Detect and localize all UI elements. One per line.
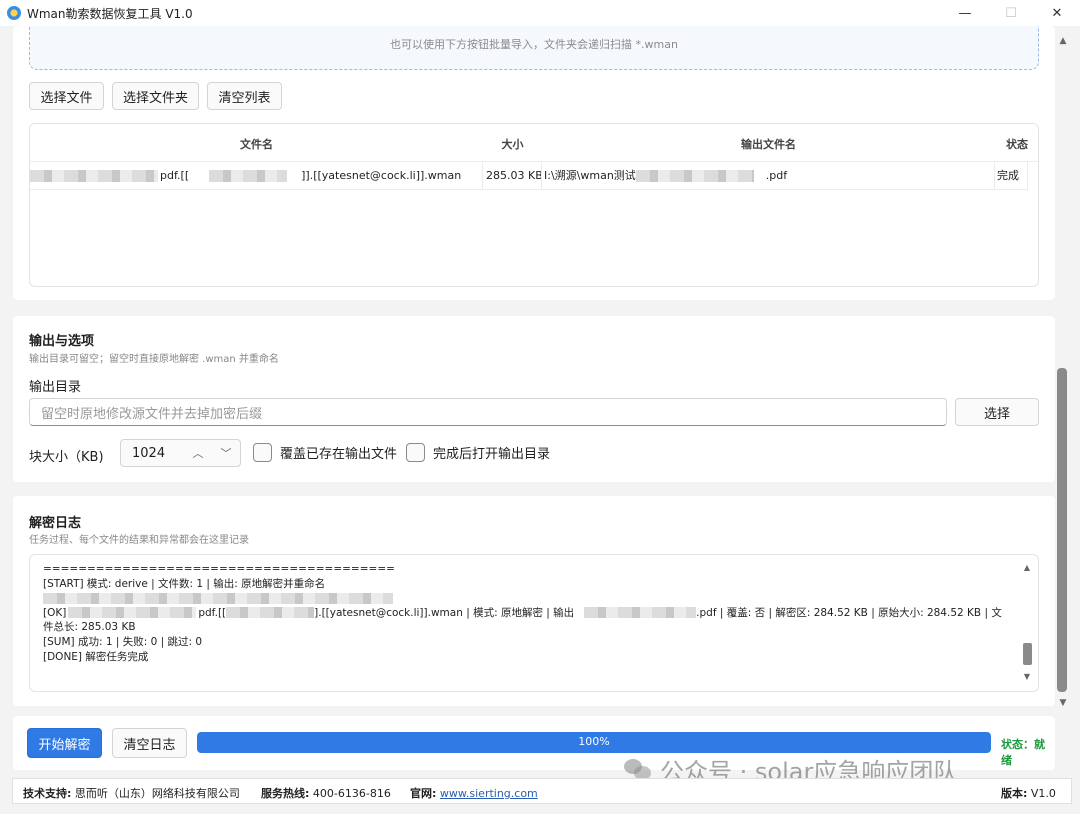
log-content: ========================================… [43,562,1003,664]
table-header: 文件名 大小 输出文件名 状态 [30,124,1038,162]
site-label: 官网: [410,787,437,800]
redacted-region [43,592,393,604]
redacted-region [30,170,158,182]
website-info: 官网: www.sierting.com [410,785,538,801]
log-textarea[interactable]: ========================================… [29,554,1039,692]
redacted-region [226,607,315,619]
clear-log-button[interactable]: 清空日志 [112,728,187,758]
log-ok-tag: [OK] [43,606,67,619]
drop-zone[interactable]: 也可以使用下方按钮批量导入，文件夹会递归扫描 *.wman [29,26,1039,70]
footer-status-bar: 技术支持: 思而听（山东）网络科技有限公司 服务热线: 400-6136-816… [12,778,1072,804]
block-size-label: 块大小（KB) [29,450,104,465]
log-line-start: [START] 模式: derive | 文件数: 1 | 输出: 原地解密并重… [43,577,326,590]
progress-text: 100% [578,735,610,748]
chevron-down-icon[interactable]: ﹀ [212,445,240,461]
select-file-button[interactable]: 选择文件 [29,82,104,110]
cell-filename: pdf.[[ ]].[[yatesnet@cock.li]].wman [30,162,483,190]
output-suffix: .pdf [765,169,788,182]
output-dir-input[interactable]: 留空时原地修改源文件并去掉加密后缀 [29,398,947,426]
log-line-ok-wrap: 件总长: 285.03 KB [43,621,136,634]
main-scroll-area[interactable]: 也可以使用下方按钮批量导入，文件夹会递归扫描 *.wman 选择文件 选择文件夹… [0,26,1080,712]
scroll-up-icon[interactable]: ▲ [1056,36,1070,46]
version-info: 版本: V1.0 [1001,785,1056,801]
column-header-filename[interactable]: 文件名 [30,136,483,152]
redacted-region [68,607,197,619]
log-line-done: [DONE] 解密任务完成 [43,650,149,663]
version-label: 版本: [1001,787,1028,800]
open-after-checkbox[interactable]: 完成后打开输出目录 [406,443,550,462]
cell-status: 完成 [995,162,1028,190]
log-ok-name: pdf.[[ [198,606,227,619]
overwrite-label: 覆盖已存在输出文件 [280,447,398,462]
scroll-up-icon[interactable]: ▲ [1022,563,1032,572]
support-info: 技术支持: 思而听（山东）网络科技有限公司 [23,785,240,801]
filename-prefix: pdf.[[ [160,169,190,182]
section-subtitle: 输出目录可留空；留空时直接原地解密 .wman 并重命名 [29,354,279,365]
column-header-output[interactable]: 输出文件名 [542,136,995,152]
choose-output-button[interactable]: 选择 [955,398,1039,426]
scroll-down-icon[interactable]: ▼ [1022,672,1032,681]
block-size-spinbox[interactable]: 1024 ︿ ﹀ [120,439,241,467]
scroll-down-icon[interactable]: ▼ [1056,698,1070,708]
hotline-info: 服务热线: 400-6136-816 [261,785,391,801]
main-scrollbar-thumb[interactable] [1057,368,1067,692]
section-title: 输出与选项 [29,334,95,349]
log-scrollbar[interactable]: ▲ ▼ [1022,563,1032,681]
maximize-button[interactable]: ☐ [988,0,1034,26]
progress-bar: 100% [197,732,991,753]
website-link[interactable]: www.sierting.com [440,787,538,800]
window-title: Wman勒索数据恢复工具 V1.0 [27,6,193,21]
file-table[interactable]: 文件名 大小 输出文件名 状态 pdf.[[ ]].[[yatesnet@cock… [29,123,1039,287]
redacted-region [209,170,288,182]
log-scrollbar-thumb[interactable] [1023,643,1032,665]
output-options-panel: 输出与选项 输出目录可留空；留空时直接原地解密 .wman 并重命名 输出目录 … [13,316,1055,482]
log-separator: ======================================== [43,563,395,575]
decrypt-log-panel: 解密日志 任务过程、每个文件的结果和异常都会在这里记录 ============… [13,496,1055,706]
status-label: 状态：就绪 [1001,738,1045,767]
app-logo-icon [7,6,21,20]
log-ok-end: .pdf | 覆盖: 否 | 解密区: 284.52 KB | 原始大小: 28… [696,606,1002,619]
section-title: 解密日志 [29,516,82,531]
log-line-ok: [OK] pdf.[[ ].[[yatesnet@cock.li]].wman | … [43,606,1003,621]
window-controls: — ☐ ✕ [942,0,1080,26]
version-value: V1.0 [1030,787,1056,800]
checkbox-box[interactable] [406,443,425,462]
block-size-value: 1024 [132,445,166,461]
select-folder-button[interactable]: 选择文件夹 [112,82,199,110]
table-row[interactable]: pdf.[[ ]].[[yatesnet@cock.li]].wman 285.0… [30,162,1028,190]
drop-zone-hint: 也可以使用下方按钮批量导入，文件夹会递归扫描 *.wman [390,38,678,51]
minimize-button[interactable]: — [942,0,988,26]
log-ok-mid: ].[[yatesnet@cock.li]].wman | 模式: 原地解密 |… [314,606,575,619]
open-after-label: 完成后打开输出目录 [433,447,551,462]
title-bar: Wman勒索数据恢复工具 V1.0 — ☐ ✕ [0,0,1080,26]
section-subtitle: 任务过程、每个文件的结果和异常都会在这里记录 [29,535,249,546]
support-label: 技术支持: [23,787,72,800]
start-decrypt-button[interactable]: 开始解密 [27,728,102,758]
close-button[interactable]: ✕ [1034,0,1080,26]
clear-list-button[interactable]: 清空列表 [207,82,282,110]
hotline-value: 400-6136-816 [312,787,391,800]
cell-size: 285.03 KB [483,162,542,190]
support-value: 思而听（山东）网络科技有限公司 [74,787,240,800]
redacted-region [584,607,697,619]
output-dir-label: 输出目录 [29,380,82,395]
log-line-redacted [43,591,1003,606]
hotline-label: 服务热线: [261,787,310,800]
output-prefix: I:\溯源\wman测试 [544,169,636,182]
column-header-status[interactable]: 状态 [995,136,1038,152]
redacted-region [635,170,754,182]
overwrite-checkbox[interactable]: 覆盖已存在输出文件 [253,443,397,462]
main-scrollbar[interactable]: ▲ ▼ [1056,36,1070,708]
file-import-panel: 也可以使用下方按钮批量导入，文件夹会递归扫描 *.wman 选择文件 选择文件夹… [13,26,1055,300]
log-line-sum: [SUM] 成功: 1 | 失败: 0 | 跳过: 0 [43,635,203,648]
cell-output: I:\溯源\wman测试 .pdf [542,162,995,190]
checkbox-box[interactable] [253,443,272,462]
column-header-size[interactable]: 大小 [483,136,542,152]
chevron-up-icon[interactable]: ︿ [184,445,212,461]
filename-suffix: ]].[[yatesnet@cock.li]].wman [301,169,462,182]
